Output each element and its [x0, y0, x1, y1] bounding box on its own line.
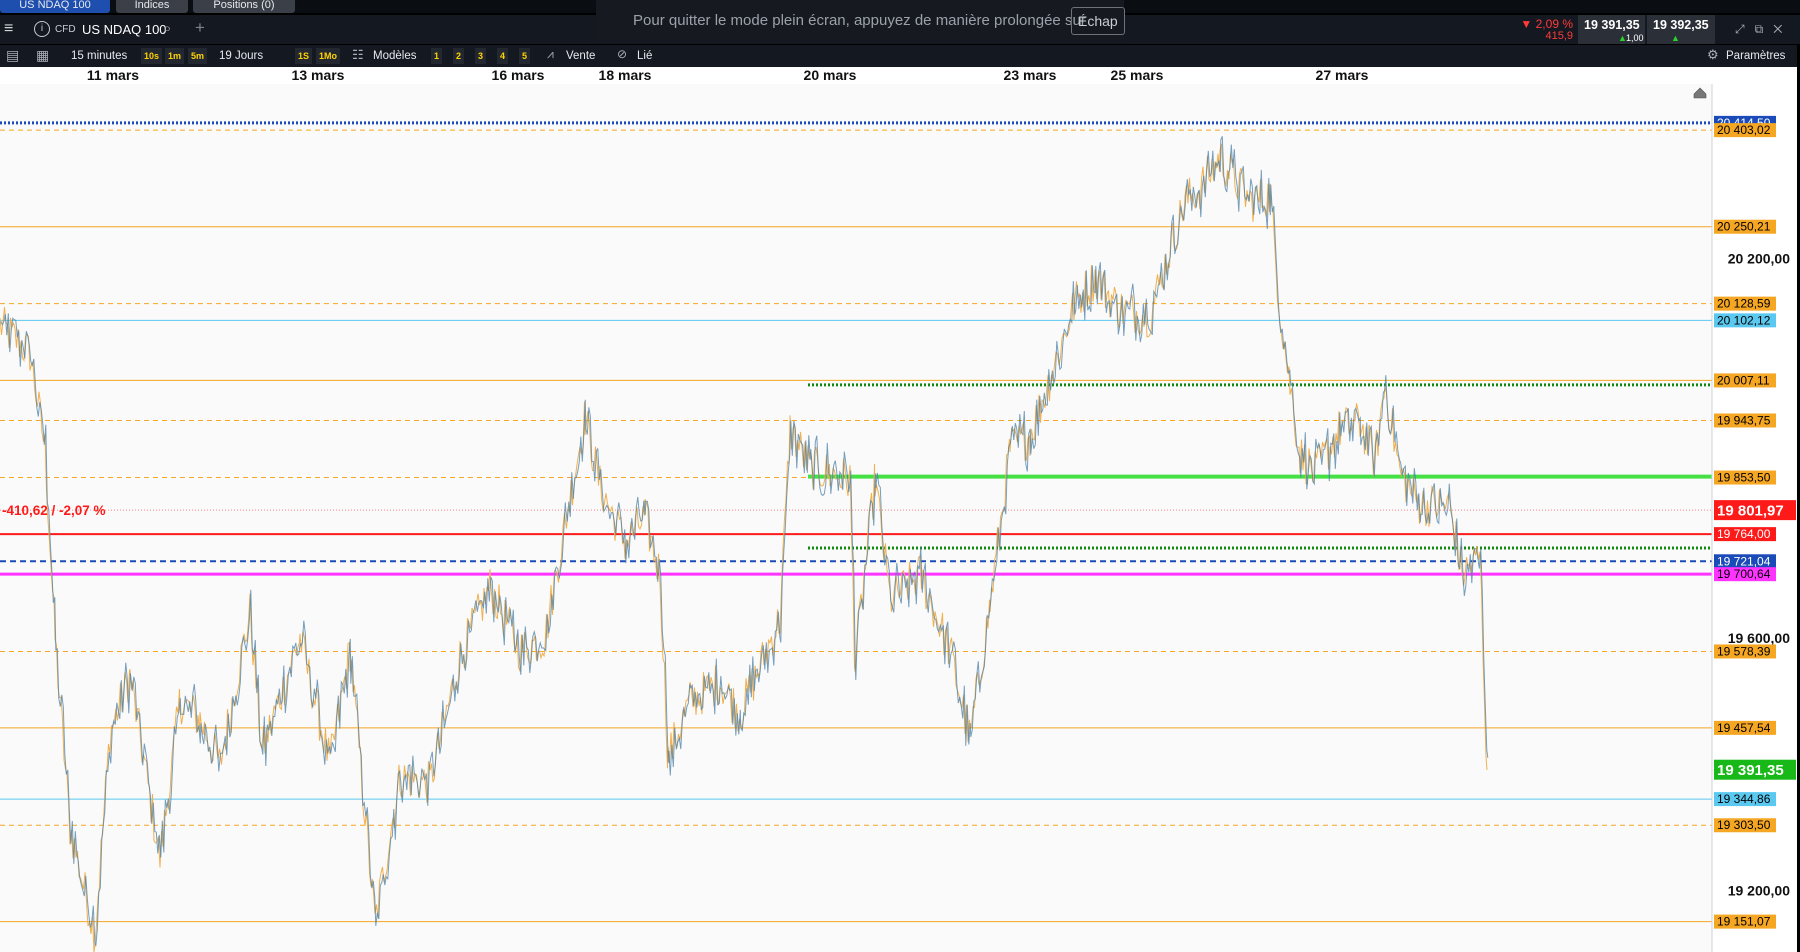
tab-us-ndaq-100[interactable]: US NDAQ 100: [0, 0, 110, 13]
up-arrow-icon: ▲: [1671, 33, 1680, 43]
buy-price-button[interactable]: 19 392,35 ▲: [1647, 15, 1715, 44]
level-tag: 19 943,75: [1717, 413, 1771, 427]
chart-background: [0, 67, 1797, 952]
level-tag: 19 764,00: [1717, 527, 1771, 541]
level-tag: 19 151,07: [1717, 915, 1771, 929]
layout-1[interactable]: 1: [431, 48, 443, 64]
date-label: 16 mars: [492, 67, 545, 83]
close-icon[interactable]: ✕: [1773, 22, 1792, 36]
change-percent: ▼ 2,09 %: [1520, 17, 1573, 31]
timeframe-selector[interactable]: 15 minutes: [71, 48, 127, 64]
level-tag: 19 457,54: [1717, 721, 1771, 735]
price-tick-label: 20 200,00: [1728, 250, 1790, 266]
daily-change: ▼ 2,09 % 415,9: [1517, 15, 1577, 44]
change-value: 415,9: [1545, 30, 1573, 42]
window-controls[interactable]: ⤢⧉✕: [1735, 22, 1792, 37]
instrument-name[interactable]: US NDAQ 100: [82, 22, 167, 37]
level-tag: 19 700,64: [1717, 567, 1771, 581]
level-tag: 19 578,39: [1717, 644, 1771, 658]
chart-type-icon[interactable]: ⩘: [547, 47, 554, 62]
date-label: 25 mars: [1111, 67, 1164, 83]
templates-button[interactable]: Modèles: [373, 48, 416, 64]
date-label: 13 mars: [292, 67, 345, 83]
templates-icon[interactable]: ☷: [352, 47, 364, 63]
settings-button[interactable]: Paramètres: [1726, 48, 1785, 64]
layout-5[interactable]: 5: [519, 48, 531, 64]
sell-price: 19 391,35: [1584, 18, 1640, 32]
level-tag: 20 250,21: [1717, 220, 1771, 234]
interval-10s[interactable]: 10s: [141, 48, 163, 64]
hamburger-menu-icon[interactable]: ≡: [4, 20, 13, 38]
level-tag: 19 303,50: [1717, 818, 1771, 832]
level-tag: 19 721,04: [1717, 554, 1771, 568]
layout-4[interactable]: 4: [497, 48, 509, 64]
level-tag: 20 128,59: [1717, 297, 1771, 311]
tab-indices[interactable]: Indices: [116, 0, 188, 13]
tab-positions[interactable]: Positions (0): [193, 0, 295, 13]
grid-layout-icon[interactable]: ▦: [36, 47, 49, 64]
list-icon[interactable]: ▤: [6, 47, 19, 64]
level-tag: 19 853,50: [1717, 471, 1771, 485]
level-tag: 20 403,02: [1717, 123, 1771, 137]
popout-icon[interactable]: ⧉: [1755, 22, 1774, 36]
reference-change-label: -410,62 / -2,07 %: [2, 503, 106, 518]
date-axis-background: [0, 67, 1797, 84]
layout-3[interactable]: 3: [475, 48, 487, 64]
date-label: 11 mars: [87, 67, 139, 83]
fullscreen-message: Pour quitter le mode plein écran, appuye…: [633, 12, 1086, 29]
last-price-tag: 19 391,35: [1717, 762, 1784, 779]
date-label: 23 mars: [1004, 67, 1057, 83]
level-tag: 20 102,12: [1717, 313, 1771, 327]
instrument-type-label: CFD: [55, 24, 76, 35]
layout-2[interactable]: 2: [453, 48, 465, 64]
level-tag: 19 344,86: [1717, 792, 1771, 806]
expand-icon[interactable]: ⤢: [1735, 22, 1755, 36]
fullscreen-notice: Pour quitter le mode plein écran, appuye…: [596, 0, 1125, 42]
date-label: 20 mars: [804, 67, 857, 83]
date-label: 18 mars: [599, 67, 652, 83]
period-selector[interactable]: 19 Jours: [219, 48, 263, 64]
period-1mo[interactable]: 1Mo: [316, 48, 340, 64]
add-chart-icon[interactable]: +: [195, 18, 205, 38]
date-label: 27 mars: [1316, 67, 1369, 83]
level-tag: 20 007,11: [1717, 373, 1770, 387]
chart-toolbar: ▤ ▦ 15 minutes 10s 1m 5m 19 Jours 1S 1Mo…: [0, 45, 1800, 67]
interval-5m[interactable]: 5m: [188, 48, 208, 64]
linked-button[interactable]: Lié: [637, 48, 652, 64]
price-tick-label: 19 600,00: [1728, 630, 1790, 646]
reference-tag: 19 801,97: [1717, 503, 1784, 520]
sell-price-button[interactable]: 19 391,35 ▲ 1,00: [1578, 15, 1645, 44]
price-chart[interactable]: 11 mars 13 mars 16 mars 18 mars 20 mars 23 ma…: [0, 67, 1797, 952]
sell-button[interactable]: Vente: [566, 48, 595, 64]
search-icon[interactable]: ⌕: [163, 20, 171, 37]
spread-value: 1,00: [1626, 33, 1644, 43]
link-icon[interactable]: ⊘: [617, 47, 627, 61]
escape-key-hint: Échap: [1071, 7, 1125, 35]
gear-icon[interactable]: ⚙: [1707, 47, 1719, 63]
interval-1m[interactable]: 1m: [165, 48, 185, 64]
buy-price: 19 392,35: [1653, 18, 1709, 32]
price-tick-label: 19 200,00: [1728, 883, 1790, 899]
instrument-info-icon[interactable]: i: [34, 21, 50, 37]
period-1s[interactable]: 1S: [295, 48, 313, 64]
